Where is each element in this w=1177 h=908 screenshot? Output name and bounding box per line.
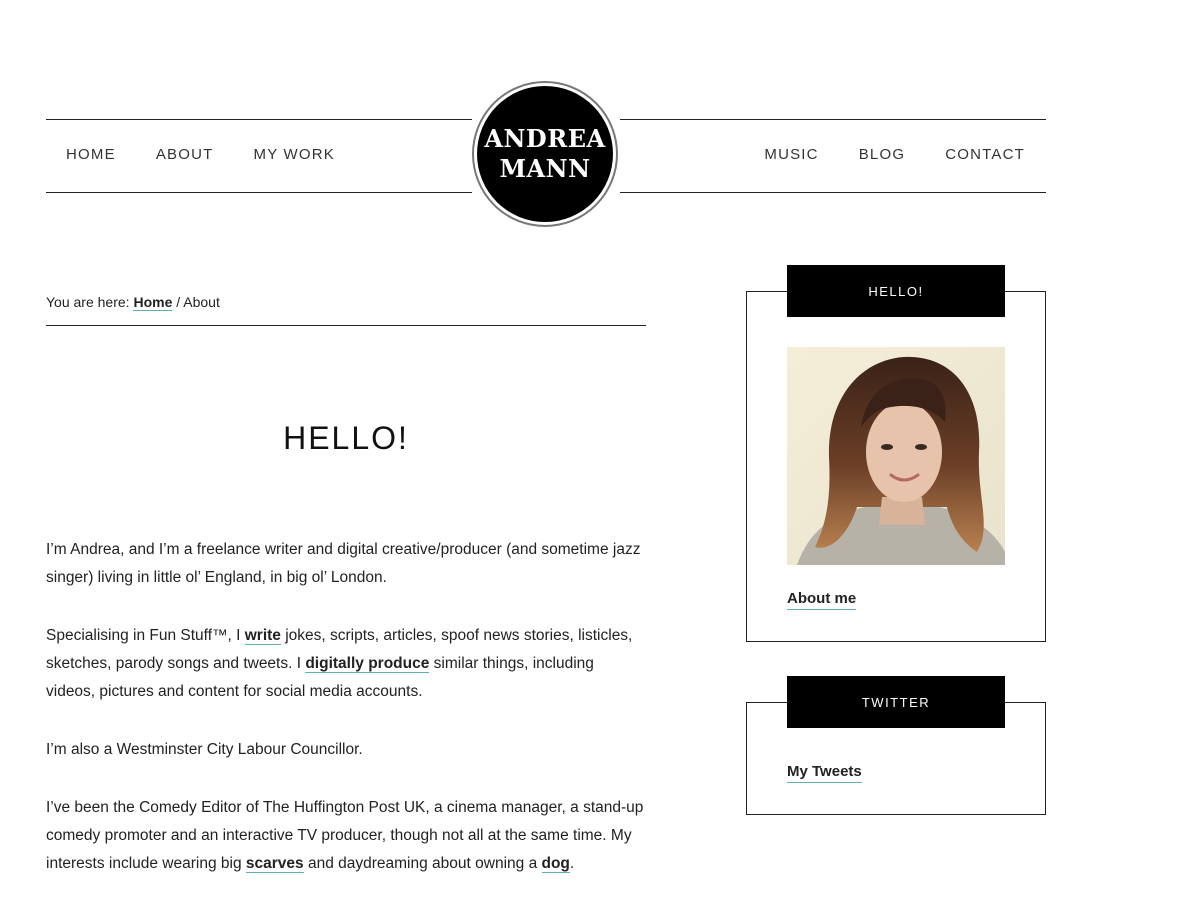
page-title: HELLO!: [283, 420, 409, 456]
breadcrumb-home-link[interactable]: Home: [133, 294, 173, 311]
career-text-middle: and daydreaming about owning a: [303, 855, 542, 872]
breadcrumb-divider: [46, 325, 646, 326]
skills-text-start: Specialising in Fun Stuff™, I: [46, 627, 245, 644]
councillor-paragraph: I’m also a Westminster City Labour Counc…: [46, 741, 363, 758]
breadcrumb: You are here: Home / About: [46, 294, 220, 311]
scarves-link[interactable]: scarves: [245, 855, 304, 873]
my-tweets-link[interactable]: My Tweets: [787, 762, 862, 783]
header-rule-top-left: [46, 119, 472, 120]
about-content: I’m Andrea, and I’m a freelance writer a…: [46, 536, 646, 908]
profile-photo-image: [787, 347, 1005, 565]
career-text-end: .: [569, 855, 575, 872]
logo-text-last-name: MANN: [499, 154, 591, 183]
primary-nav-left: HOME ABOUT MY WORK: [66, 146, 375, 163]
hello-widget-title: HELLO!: [787, 265, 1005, 317]
nav-item-about[interactable]: ABOUT: [156, 146, 214, 163]
dog-link[interactable]: dog: [541, 855, 570, 873]
nav-item-my-work[interactable]: MY WORK: [254, 146, 335, 163]
logo-text-first-name: ANDREA: [484, 124, 606, 153]
write-link[interactable]: write: [244, 627, 281, 645]
nav-item-music[interactable]: MUSIC: [764, 146, 818, 163]
skills-paragraph: Specialising in Fun Stuff™, I write joke…: [46, 622, 646, 706]
profile-photo: [787, 347, 1005, 565]
breadcrumb-current: About: [183, 294, 220, 310]
primary-nav-right: MUSIC BLOG CONTACT: [724, 146, 1025, 163]
header-rule-bottom-right: [620, 192, 1046, 193]
nav-item-blog[interactable]: BLOG: [859, 146, 905, 163]
site-logo[interactable]: ANDREA MANN: [472, 81, 618, 227]
site-logo-badge: ANDREA MANN: [477, 86, 613, 222]
header-rule-bottom-left: [46, 192, 472, 193]
career-paragraph: I’ve been the Comedy Editor of The Huffi…: [46, 794, 646, 878]
breadcrumb-prefix: You are here:: [46, 294, 134, 310]
nav-item-home[interactable]: HOME: [66, 146, 116, 163]
nav-item-contact[interactable]: CONTACT: [945, 146, 1025, 163]
about-me-link[interactable]: About me: [787, 589, 857, 610]
twitter-widget-title: TWITTER: [787, 676, 1005, 728]
breadcrumb-separator: /: [172, 294, 184, 310]
header-rule-top-right: [620, 119, 1046, 120]
digitally-produce-link[interactable]: digitally produce: [305, 655, 430, 673]
intro-paragraph: I’m Andrea, and I’m a freelance writer a…: [46, 541, 641, 586]
